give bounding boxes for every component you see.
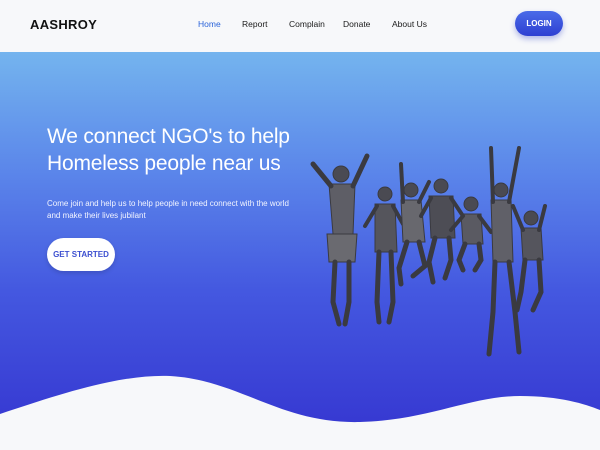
nav-link-complain[interactable]: Complain [289,19,325,29]
hero-headline-line2: Homeless people near us [47,152,281,175]
navbar: AASHROY Home Report Complain Donate Abou… [0,0,600,52]
children-jumping-image [310,146,547,357]
get-started-button[interactable]: GET STARTED [47,238,115,271]
nav-link-home[interactable]: Home [198,19,221,29]
nav-menu: Home Report Complain Donate About Us [0,19,600,33]
hero-bottom-wave [0,375,600,450]
hero-headline-line1: We connect NGO's to help [47,125,290,148]
hero-subtext: Come join and help us to help people in … [47,199,289,220]
nav-link-donate[interactable]: Donate [343,19,370,29]
login-button[interactable]: LOGIN [515,11,563,36]
hero-headline: We connect NGO's to help Homeless people… [47,123,307,177]
nav-link-about-us[interactable]: About Us [392,19,427,29]
hero-section: We connect NGO's to help Homeless people… [0,52,600,450]
nav-link-report[interactable]: Report [242,19,268,29]
